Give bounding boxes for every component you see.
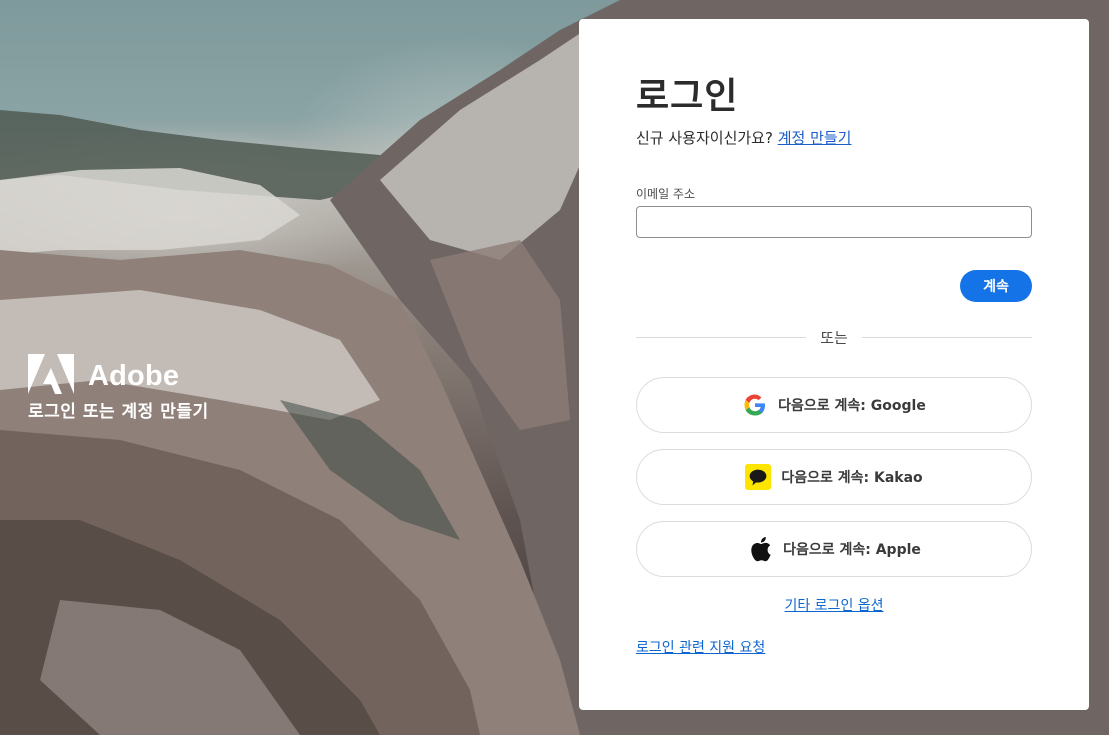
brand-name: Adobe bbox=[88, 359, 180, 392]
email-label: 이메일 주소 bbox=[636, 187, 696, 201]
google-button-label: 다음으로 계속: Google bbox=[778, 398, 926, 414]
adobe-logo-icon bbox=[28, 354, 74, 398]
signin-help-link[interactable]: 로그인 관련 지원 요청 bbox=[636, 640, 765, 656]
kakao-icon bbox=[745, 464, 772, 490]
other-options-row: 기타 로그인 옵션 bbox=[579, 595, 1089, 615]
page-title: 로그인 bbox=[636, 76, 739, 117]
help-row: 로그인 관련 지원 요청 bbox=[636, 637, 765, 657]
continue-google-button[interactable]: 다음으로 계속: Google bbox=[636, 377, 1032, 433]
apple-button-label: 다음으로 계속: Apple bbox=[783, 542, 921, 558]
other-signin-options-link[interactable]: 기타 로그인 옵션 bbox=[784, 598, 883, 614]
apple-icon bbox=[747, 536, 773, 562]
continue-button[interactable]: 계속 bbox=[960, 270, 1032, 302]
email-field[interactable] bbox=[636, 206, 1032, 238]
or-divider: 또는 bbox=[636, 327, 1032, 349]
brand-block: Adobe 로그인 또는 계정 만들기 bbox=[28, 354, 209, 422]
brand-tagline: 로그인 또는 계정 만들기 bbox=[28, 402, 209, 422]
continue-apple-button[interactable]: 다음으로 계속: Apple bbox=[636, 521, 1032, 577]
new-user-text: 신규 사용자이신가요? bbox=[636, 129, 773, 147]
continue-kakao-button[interactable]: 다음으로 계속: Kakao bbox=[636, 449, 1032, 505]
create-account-link[interactable]: 계정 만들기 bbox=[778, 129, 852, 147]
google-icon bbox=[742, 392, 768, 418]
kakao-button-label: 다음으로 계속: Kakao bbox=[781, 470, 923, 486]
signup-prompt: 신규 사용자이신가요? 계정 만들기 bbox=[636, 127, 852, 148]
signin-card: 로그인 신규 사용자이신가요? 계정 만들기 이메일 주소 계속 또는 다음으로… bbox=[579, 19, 1089, 710]
divider-line-right bbox=[862, 337, 1032, 338]
